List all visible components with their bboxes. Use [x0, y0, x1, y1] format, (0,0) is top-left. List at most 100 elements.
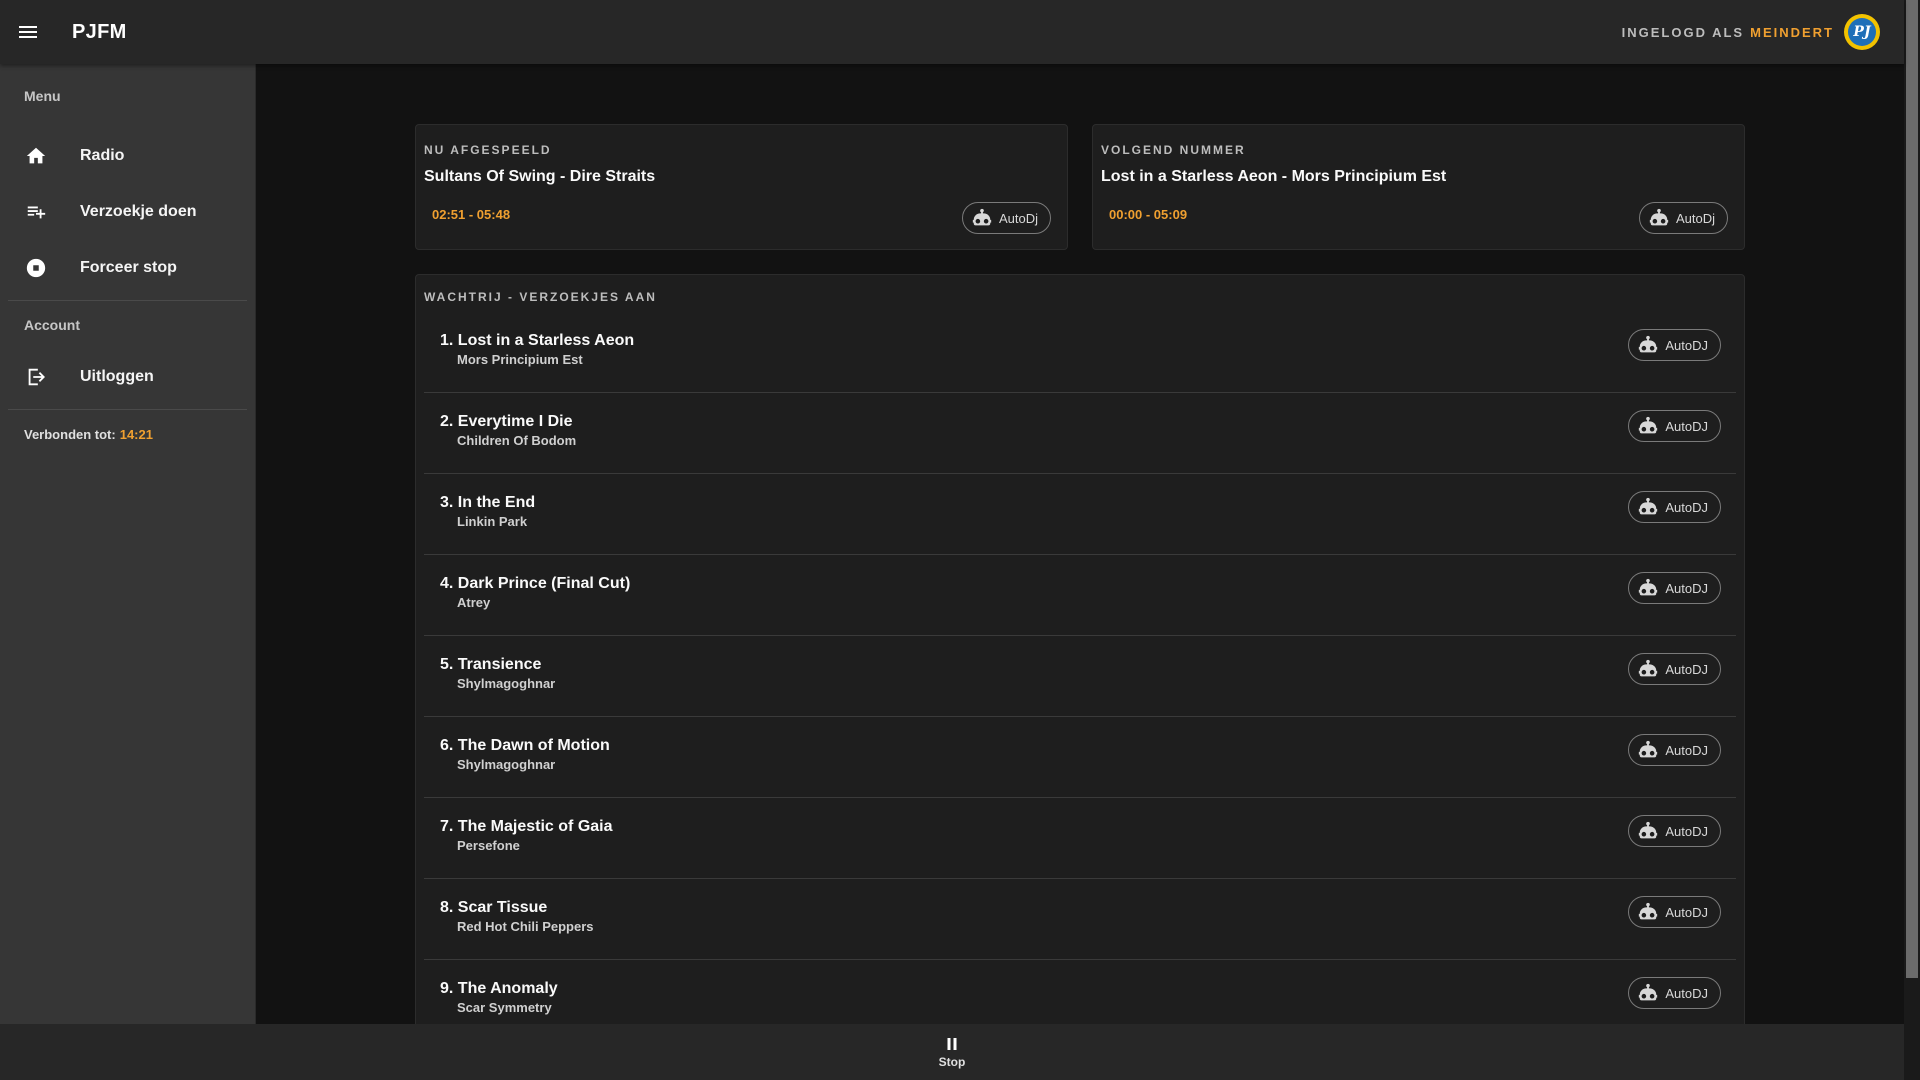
queue-item-title: 6. The Dawn of Motion: [440, 737, 610, 754]
now-playing-overline: NU AFGESPEELD: [424, 143, 552, 157]
queue-card: WACHTRIJ - VERZOEKJES AAN 1. Lost in a S…: [415, 274, 1745, 1024]
avatar[interactable]: PJ: [1844, 14, 1880, 50]
autodj-chip[interactable]: AutoDJ: [1628, 815, 1721, 847]
stop-label: Stop: [938, 1055, 966, 1069]
queue-overline: WACHTRIJ - VERZOEKJES AAN: [424, 290, 657, 304]
connected-time: 14:21: [119, 426, 153, 442]
autodj-chip[interactable]: AutoDJ: [1628, 896, 1721, 928]
robot-icon: [1639, 740, 1658, 758]
sidebar-item-label: Forceer stop: [80, 259, 177, 276]
avatar-logo: PJ: [1848, 18, 1876, 46]
queue-item-title: 8. Scar Tissue: [440, 899, 548, 916]
autodj-label: AutoDJ: [1665, 985, 1708, 1001]
sidebar-item-label: Verzoekje doen: [80, 203, 197, 220]
queue-item-title: 2. Everytime I Die: [440, 413, 573, 430]
autodj-chip[interactable]: AutoDj: [1638, 202, 1728, 234]
queue-item[interactable]: 9. The Anomaly Scar Symmetry AutoDJ: [424, 960, 1736, 1024]
queue-item[interactable]: 8. Scar Tissue Red Hot Chili Peppers AutoD…: [424, 879, 1736, 960]
robot-icon: [1639, 983, 1658, 1001]
queue-item[interactable]: 4. Dark Prince (Final Cut) Atrey AutoDJ: [424, 555, 1736, 636]
autodj-chip[interactable]: AutoDJ: [1628, 977, 1721, 1009]
autodj-chip[interactable]: AutoDJ: [1628, 653, 1721, 685]
user-info: INGELOGD ALS MEINDERT PJ: [1622, 0, 1880, 64]
app-title: PJFM: [72, 20, 127, 43]
now-playing-title: Sultans Of Swing - Dire Straits: [424, 168, 656, 185]
autodj-chip[interactable]: AutoDJ: [1628, 734, 1721, 766]
queue-item-artist: Shylmagoghnar: [457, 676, 556, 691]
sidebar-item-label: Uitloggen: [80, 368, 154, 385]
queue-item[interactable]: 1. Lost in a Starless Aeon Mors Principiu…: [424, 312, 1736, 393]
sidebar-item-request[interactable]: Verzoekje doen: [0, 184, 255, 240]
robot-icon: [1649, 208, 1669, 226]
queue-item-artist: Children Of Bodom: [457, 433, 577, 448]
autodj-chip[interactable]: AutoDJ: [1628, 410, 1721, 442]
queue-item-artist: Atrey: [457, 595, 491, 610]
menu-icon: [19, 26, 37, 38]
autodj-label: AutoDJ: [1665, 337, 1708, 353]
autodj-label: AutoDJ: [1665, 661, 1708, 677]
bottom-navigation: Stop: [0, 1024, 1904, 1080]
account-subheader: Account: [24, 317, 80, 333]
next-up-title: Lost in a Starless Aeon - Mors Principiu…: [1101, 168, 1447, 185]
queue-item-artist: Linkin Park: [457, 514, 528, 529]
robot-icon: [1639, 578, 1658, 596]
autodj-label: AutoDJ: [1665, 904, 1708, 920]
queue-item[interactable]: 2. Everytime I Die Children Of Bodom AutoD…: [424, 393, 1736, 474]
sidebar-item-logout[interactable]: Uitloggen: [0, 349, 255, 405]
autodj-label: AutoDj: [998, 210, 1038, 226]
navigation-drawer: Menu Radio Verzoekje doen Forceer stop A…: [0, 64, 256, 1024]
queue-item[interactable]: 6. The Dawn of Motion Shylmagoghnar AutoDJ: [424, 717, 1736, 798]
autodj-label: AutoDJ: [1665, 418, 1708, 434]
queue-item-artist: Mors Principium Est: [457, 352, 583, 367]
autodj-chip[interactable]: AutoDj: [961, 202, 1051, 234]
autodj-chip[interactable]: AutoDJ: [1628, 572, 1721, 604]
autodj-chip[interactable]: AutoDJ: [1628, 329, 1721, 361]
menu-subheader: Menu: [24, 88, 61, 104]
autodj-label: AutoDj: [1675, 210, 1715, 226]
robot-icon: [1639, 659, 1658, 677]
queue-item[interactable]: 5. Transience Shylmagoghnar AutoDJ: [424, 636, 1736, 717]
autodj-label: AutoDJ: [1665, 823, 1708, 839]
next-up-card: VOLGEND NUMMER Lost in a Starless Aeon -…: [1092, 124, 1745, 250]
autodj-chip[interactable]: AutoDJ: [1628, 491, 1721, 523]
queue-item-artist: Persefone: [457, 838, 520, 853]
queue-item-artist: Shylmagoghnar: [457, 757, 556, 772]
queue-item-title: 3. In the End: [440, 494, 536, 511]
login-username: MEINDERT: [1750, 24, 1834, 40]
queue-item-title: 4. Dark Prince (Final Cut): [440, 575, 631, 592]
login-label: INGELOGD ALS MEINDERT: [1621, 24, 1834, 40]
queue-item-artist: Scar Symmetry: [457, 1000, 552, 1015]
logout-icon: [24, 365, 48, 389]
pause-icon: [947, 1038, 957, 1050]
stop-circle-icon: [24, 256, 48, 280]
queue-item-title: 5. Transience: [440, 656, 542, 673]
sidebar-item-label: Radio: [80, 147, 125, 164]
robot-icon: [1639, 416, 1658, 434]
sidebar-item-force-stop[interactable]: Forceer stop: [0, 240, 255, 296]
home-icon: [24, 144, 48, 168]
robot-icon: [972, 208, 992, 226]
main-content: NU AFGESPEELD Sultans Of Swing - Dire St…: [256, 64, 1904, 1024]
queue-item-title: 1. Lost in a Starless Aeon: [440, 332, 635, 349]
queue-item-artist: Red Hot Chili Peppers: [457, 919, 594, 934]
next-up-overline: VOLGEND NUMMER: [1101, 143, 1246, 157]
queue-item[interactable]: 3. In the End Linkin Park AutoDJ: [424, 474, 1736, 555]
autodj-label: AutoDJ: [1665, 499, 1708, 515]
robot-icon: [1639, 902, 1658, 920]
page-scrollbar[interactable]: [1904, 0, 1920, 1080]
connection-status: Verbonden tot: 14:21: [24, 426, 153, 442]
robot-icon: [1639, 821, 1658, 839]
autodj-label: AutoDJ: [1665, 742, 1708, 758]
playlist-add-icon: [24, 200, 48, 224]
now-playing-card: NU AFGESPEELD Sultans Of Swing - Dire St…: [415, 124, 1068, 250]
robot-icon: [1639, 335, 1658, 353]
queue-item-title: 7. The Majestic of Gaia: [440, 818, 613, 835]
menu-button[interactable]: [0, 0, 56, 64]
queue-item[interactable]: 7. The Majestic of Gaia Persefone AutoDJ: [424, 798, 1736, 879]
scrollbar-thumb[interactable]: [1906, 0, 1918, 978]
robot-icon: [1639, 497, 1658, 515]
autodj-label: AutoDJ: [1665, 580, 1708, 596]
app-bar: PJFM INGELOGD ALS MEINDERT PJ: [0, 0, 1904, 64]
sidebar-item-radio[interactable]: Radio: [0, 128, 255, 184]
stop-button[interactable]: Stop: [912, 1024, 992, 1080]
